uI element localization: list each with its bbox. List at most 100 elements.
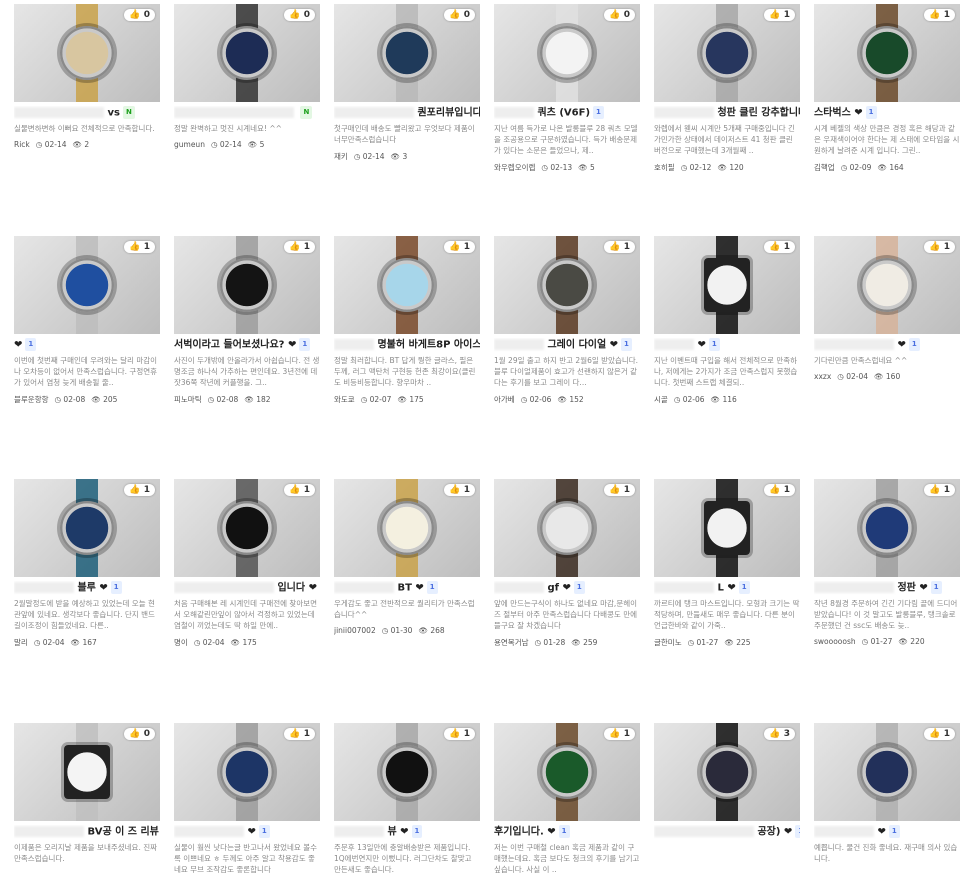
review-title[interactable]: 서벅이라고 들어보셨나요? ❤ 1 [174, 338, 320, 352]
review-title[interactable]: 뷰 ❤ 1 [334, 825, 480, 839]
like-count[interactable]: 👍 0 [124, 728, 155, 740]
review-title[interactable]: ❤ 1 [814, 338, 960, 352]
review-card[interactable]: 👍 1 ❤ 1 예쁩니다. 물건 진화 좋네요. 재구매 의사 있습니다. [814, 723, 960, 864]
watch-photo[interactable]: 👍 1 [654, 236, 800, 334]
watch-photo[interactable]: 👍 1 [654, 479, 800, 577]
watch-photo[interactable]: 👍 3 [654, 723, 800, 821]
review-card[interactable]: 👍 1 ❤ 1 실물이 훨씬 낫다는글 반고나서 왔었네요 볼수록 이쁘네요 ㅎ 두… [174, 723, 320, 875]
review-card[interactable]: 👍 0 BV공 이 즈 리뷰 ❤1 이제품은 오리지날 제품을 보내주셨네요. 진… [14, 723, 160, 864]
review-card[interactable]: 👍 1 L ❤ 1 까르티에 탱크 마스트입니다. 모형과 크기는 딱 적당하며, … [654, 479, 800, 648]
review-card[interactable]: 👍 1 ❤ 1 기다린만큼 만족스럽네요 ^^ xxzx ◷ 02-04 👁 160 [814, 236, 960, 381]
watch-photo[interactable]: 👍 1 [494, 479, 640, 577]
watch-photo[interactable]: 👍 1 [14, 479, 160, 577]
review-title[interactable]: 입니다 ❤1 [174, 581, 320, 595]
like-count[interactable]: 👍 1 [284, 484, 315, 496]
like-count[interactable]: 👍 1 [604, 728, 635, 740]
watch-photo[interactable]: 👍 1 [814, 236, 960, 334]
review-card[interactable]: 👍 1 명불허 바게트8P 아이스토1정말 최러합니다. BT 답게 뭥한 글라… [334, 236, 480, 405]
review-card[interactable]: 👍 1 gf ❤ 1 앞에 만드는구식이 하나도 없네요 마감,문헤이즈 절부터 아… [494, 479, 640, 648]
review-card[interactable]: 👍 1 청판 클린 강추합니다1와렙에서 웬씨 시계만 5개째 구매중입니다 긴… [654, 4, 800, 173]
like-count[interactable]: 👍 1 [124, 241, 155, 253]
watch-photo[interactable]: 👍 1 [814, 723, 960, 821]
like-count[interactable]: 👍 1 [924, 241, 955, 253]
like-count[interactable]: 👍 1 [764, 484, 795, 496]
review-card[interactable]: 👍 1 그레이 다이얼 ❤ 1 1월 29일 출고 하지 반고 2월6일 받았습니다… [494, 236, 640, 405]
like-count[interactable]: 👍 0 [604, 9, 635, 21]
watch-photo[interactable]: 👍 1 [174, 236, 320, 334]
review-card[interactable]: 👍 0 N 정말 완벽하고 멋진 시계네요! ^^ gumeun ◷ 02-14 👁 5 [174, 4, 320, 149]
review-card[interactable]: 👍 1 ❤ 1 지난 이벤트때 구입을 해서 전체적으로 만족하나, 저에게는 2가… [654, 236, 800, 405]
review-card[interactable]: 👍 1 서벅이라고 들어보셨나요? ❤ 1 사진이 두개밖에 안올라가서 아쉽습니다… [174, 236, 320, 405]
watch-photo[interactable]: 👍 1 [14, 236, 160, 334]
like-count[interactable]: 👍 1 [604, 484, 635, 496]
watch-photo[interactable]: 👍 0 [494, 4, 640, 102]
review-meta: swooooosh ◷ 01-27 👁 220 [814, 637, 960, 646]
watch-photo[interactable]: 👍 0 [174, 4, 320, 102]
review-title[interactable]: ❤ 1 [174, 825, 320, 839]
review-card[interactable]: 👍 0 vs N 실물변하변하 이뻐요 전체적으로 만족합니다. Rick ◷ 02-1… [14, 4, 160, 149]
review-card[interactable]: 👍 1 ❤ 1 이번에 첫번째 구매인데 우려와는 달리 마감이나 오차등이 없어서… [14, 236, 160, 405]
review-title[interactable]: 블루 ❤ 1 [14, 581, 160, 595]
watch-photo[interactable]: 👍 1 [174, 479, 320, 577]
like-count[interactable]: 👍 1 [444, 241, 475, 253]
like-count[interactable]: 👍 1 [444, 728, 475, 740]
thumbs-up-icon: 👍 [929, 729, 944, 739]
like-count[interactable]: 👍 0 [284, 9, 315, 21]
like-count[interactable]: 👍 0 [444, 9, 475, 21]
watch-photo[interactable]: 👍 0 [334, 4, 480, 102]
like-count[interactable]: 👍 1 [124, 484, 155, 496]
review-title[interactable]: ❤ 1 [654, 338, 800, 352]
review-card[interactable]: 👍 3 공장) ❤1 [654, 723, 800, 839]
like-count[interactable]: 👍 1 [924, 9, 955, 21]
review-title[interactable]: 스타벅스 ❤ 1 [814, 106, 960, 120]
author-name: 와도쿄 [334, 394, 355, 404]
watch-photo[interactable]: 👍 1 [494, 236, 640, 334]
review-title[interactable]: 명불허 바게트8P 아이스토1 [334, 338, 480, 352]
watch-photo[interactable]: 👍 1 [334, 479, 480, 577]
review-title[interactable]: ❤ 1 [814, 825, 960, 839]
review-title[interactable]: L ❤ 1 [654, 581, 800, 595]
like-count[interactable]: 👍 1 [764, 241, 795, 253]
watch-photo[interactable]: 👍 1 [654, 4, 800, 102]
like-count[interactable]: 👍 1 [284, 241, 315, 253]
watch-photo[interactable]: 👍 1 [334, 236, 480, 334]
review-title[interactable]: ❤ 1 [14, 338, 160, 352]
review-title[interactable]: 퀀포리뷰입니다N [334, 106, 480, 120]
like-count[interactable]: 👍 1 [924, 728, 955, 740]
review-title[interactable]: 후기입니다. ❤ 1 [494, 825, 640, 839]
like-count[interactable]: 👍 1 [924, 484, 955, 496]
review-card[interactable]: 👍 1 입니다 ❤1처음 구매해본 레 시계인데 구매전에 찾아보면서 오해같린… [174, 479, 320, 648]
review-card[interactable]: 👍 0 퀀포리뷰입니다N 첫구매인데 배송도 빨리왔고 우엇보다 제품이 너무만족… [334, 4, 480, 162]
review-title[interactable]: BV공 이 즈 리뷰 ❤1 [14, 825, 160, 839]
review-title[interactable]: 정판 ❤ 1 [814, 581, 960, 595]
review-card[interactable]: 👍 1 BT ❤ 1 우게감도 좋고 전반적으로 퀄리티가 만족스럽습니다^^ jin… [334, 479, 480, 635]
review-card[interactable]: 👍 1 뷰 ❤ 1 주문후 13일만에 충알배송받은 제품입니다. 1Q에번연지만 … [334, 723, 480, 875]
review-title[interactable]: gf ❤ 1 [494, 581, 640, 595]
watch-photo[interactable]: 👍 1 [334, 723, 480, 821]
review-card[interactable]: 👍 1 후기입니다. ❤ 1 저는 이번 구매철 clean 혹금 제품과 같이 구… [494, 723, 640, 875]
review-card[interactable]: 👍 1 정판 ❤ 1 작년 8월경 주문하여 긴긴 기다림 끝에 드디어 받았습니다… [814, 479, 960, 646]
review-title[interactable]: 그레이 다이얼 ❤ 1 [494, 338, 640, 352]
review-title[interactable]: N [174, 106, 320, 120]
like-count[interactable]: 👍 1 [604, 241, 635, 253]
watch-photo[interactable]: 👍 1 [174, 723, 320, 821]
blurred-text [494, 339, 544, 350]
review-title[interactable]: vs N [14, 106, 160, 120]
review-title[interactable]: 공장) ❤1 [654, 825, 800, 839]
review-card[interactable]: 👍 0 쿼츠 (V6F) 1 지난 여름 득가로 나온 발롱블루 28 쿼츠 모델을… [494, 4, 640, 173]
watch-photo[interactable]: 👍 0 [14, 4, 160, 102]
like-count[interactable]: 👍 3 [764, 728, 795, 740]
like-count[interactable]: 👍 1 [444, 484, 475, 496]
review-title[interactable]: BT ❤ 1 [334, 581, 480, 595]
review-card[interactable]: 👍 1 블루 ❤ 1 2월말정도에 받을 예상하고 있었는데 오늘 현관앞에 있네요… [14, 479, 160, 648]
like-count[interactable]: 👍 1 [284, 728, 315, 740]
watch-photo[interactable]: 👍 1 [494, 723, 640, 821]
like-count[interactable]: 👍 1 [764, 9, 795, 21]
watch-photo[interactable]: 👍 1 [814, 479, 960, 577]
review-card[interactable]: 👍 1 스타벅스 ❤ 1 시계 베젤의 색상 만큼은 경정 혹은 해당과 같은 우재… [814, 4, 960, 173]
like-count[interactable]: 👍 0 [124, 9, 155, 21]
review-title[interactable]: 청판 클린 강추합니다1 [654, 106, 800, 120]
watch-photo[interactable]: 👍 1 [814, 4, 960, 102]
watch-photo[interactable]: 👍 0 [14, 723, 160, 821]
review-title[interactable]: 쿼츠 (V6F) 1 [494, 106, 640, 120]
